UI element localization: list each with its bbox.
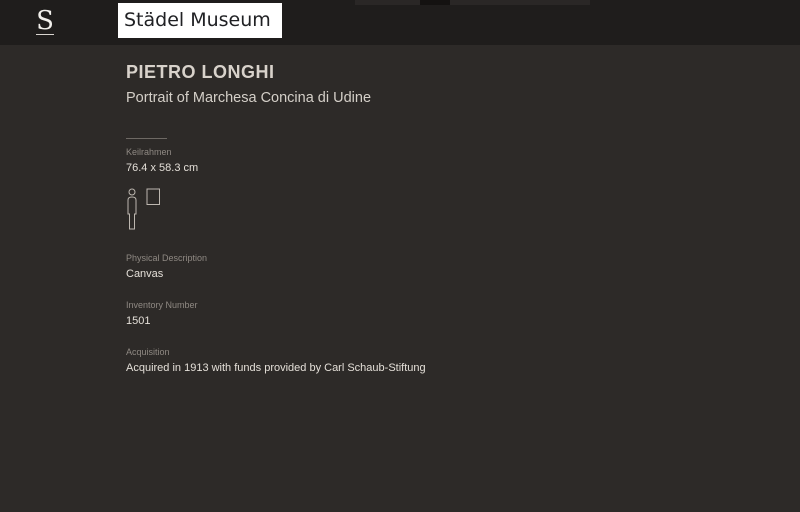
human-scale-icon xyxy=(126,188,186,234)
dimensions-label: Keilrahmen xyxy=(126,147,172,157)
physical-description-value: Canvas xyxy=(126,268,164,280)
artist-name[interactable]: PIETRO LONGHI xyxy=(126,60,726,84)
dimensions-value: 76.4 x 58.3 cm xyxy=(126,162,199,174)
header-image-strip-dark xyxy=(420,0,450,5)
physical-description-label: Physical Description xyxy=(126,253,208,263)
staedel-logo[interactable]: S xyxy=(35,6,55,36)
section-divider xyxy=(126,138,167,139)
artwork-title: Portrait of Marchesa Concina di Udine xyxy=(126,90,372,106)
top-bar: S Städel Museum xyxy=(0,0,800,45)
inventory-number-section: Inventory Number 1501 xyxy=(126,300,726,328)
logo-underline xyxy=(36,34,54,35)
acquisition-label: Acquisition xyxy=(126,347,170,357)
artwork-details: PIETRO LONGHI Portrait of Marchesa Conci… xyxy=(126,60,726,375)
acquisition-value: Acquired in 1913 with funds provided by … xyxy=(126,362,426,374)
physical-description-section: Physical Description Canvas xyxy=(126,253,726,281)
brand-name-box: Städel Museum xyxy=(118,3,282,38)
acquisition-section: Acquisition Acquired in 1913 with funds … xyxy=(126,347,726,375)
inventory-number-label: Inventory Number xyxy=(126,300,198,310)
header-image-strip xyxy=(355,0,590,5)
inventory-number-value: 1501 xyxy=(126,315,151,327)
